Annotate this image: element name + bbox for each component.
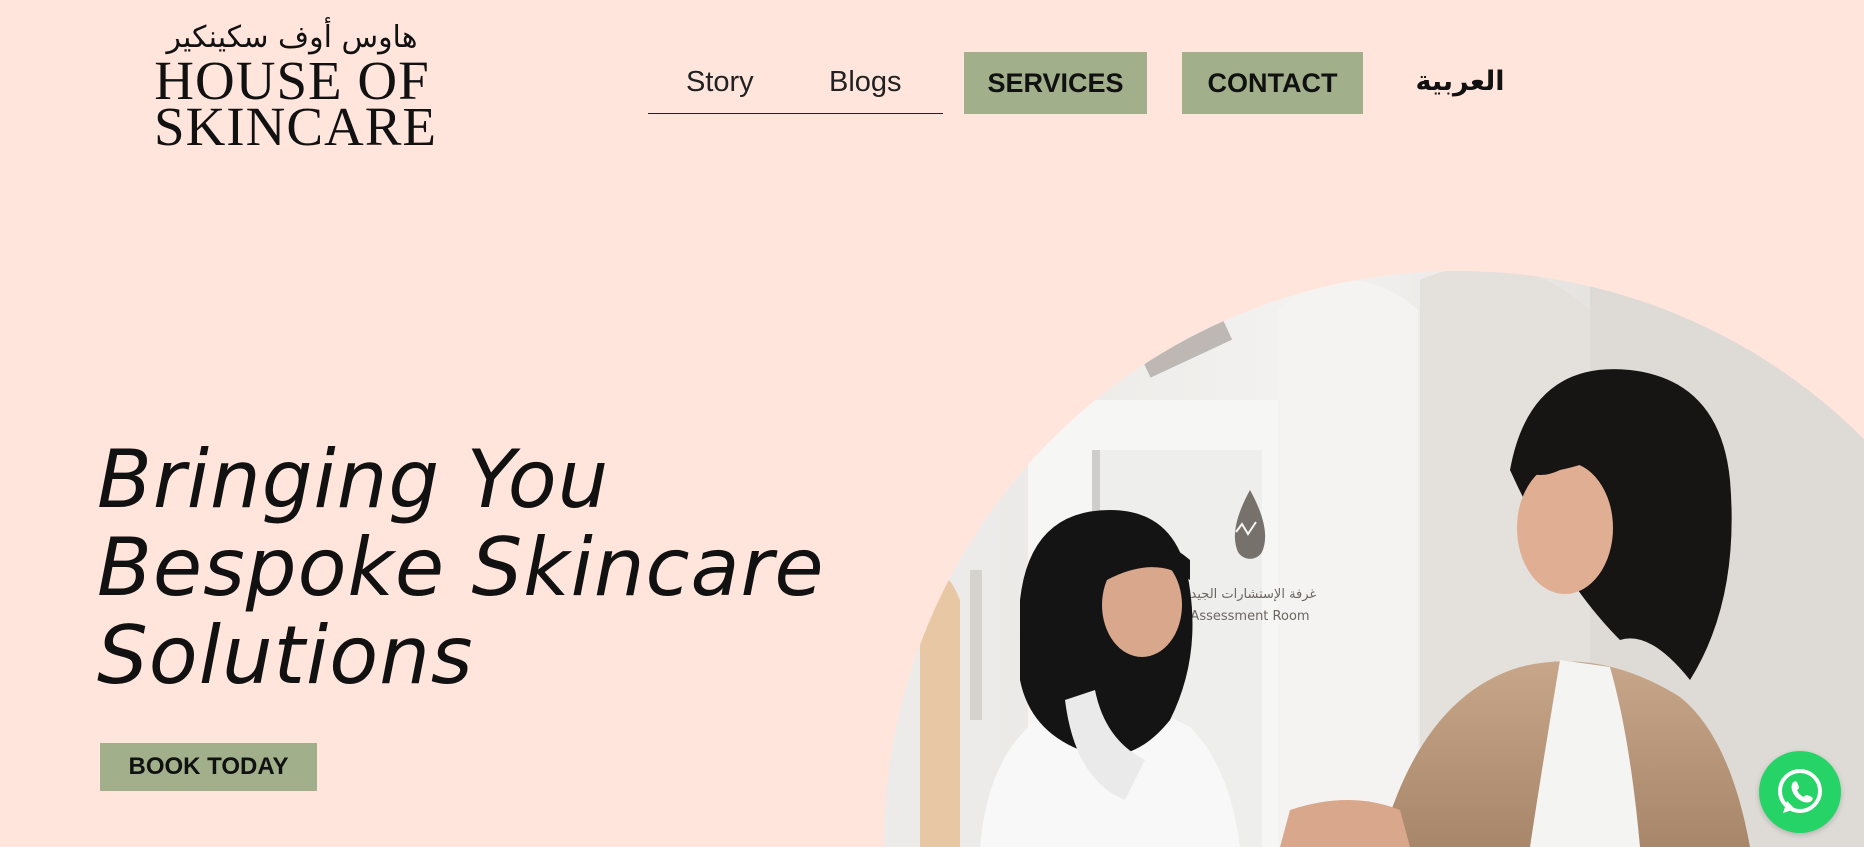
logo-line-2: SKINCARE xyxy=(154,96,438,157)
sign-arabic-text: غرفة الإستشارات الجيدة xyxy=(1184,587,1317,602)
book-today-button[interactable]: BOOK TODAY xyxy=(100,743,317,791)
hero-title: Bringing You Bespoke Skincare Solutions xyxy=(97,436,825,700)
language-switch-arabic[interactable]: العربية xyxy=(1410,62,1510,102)
sign-english-text: Assessment Room xyxy=(1190,609,1309,624)
hero-title-line-1: Bringing You xyxy=(97,433,610,526)
brand-logo[interactable]: هاوس أوف سكينكير HOUSE OF SKINCARE xyxy=(154,20,438,157)
nav-underline-divider xyxy=(648,113,943,114)
hero-title-line-3: Solutions xyxy=(97,609,474,702)
hero-photo-illustration: غرفة الإستشارات الجيدة Assessment Room xyxy=(884,271,1864,847)
nav-contact-button[interactable]: CONTACT xyxy=(1182,52,1363,114)
whatsapp-chat-button[interactable] xyxy=(1759,751,1841,833)
whatsapp-icon xyxy=(1778,769,1822,813)
nav-services-button[interactable]: SERVICES xyxy=(964,52,1147,114)
nav-story-link[interactable]: Story xyxy=(686,62,754,102)
hero-photo: غرفة الإستشارات الجيدة Assessment Room xyxy=(860,270,1864,847)
hero-title-line-2: Bespoke Skincare xyxy=(97,521,825,614)
nav-blogs-link[interactable]: Blogs xyxy=(829,62,902,102)
